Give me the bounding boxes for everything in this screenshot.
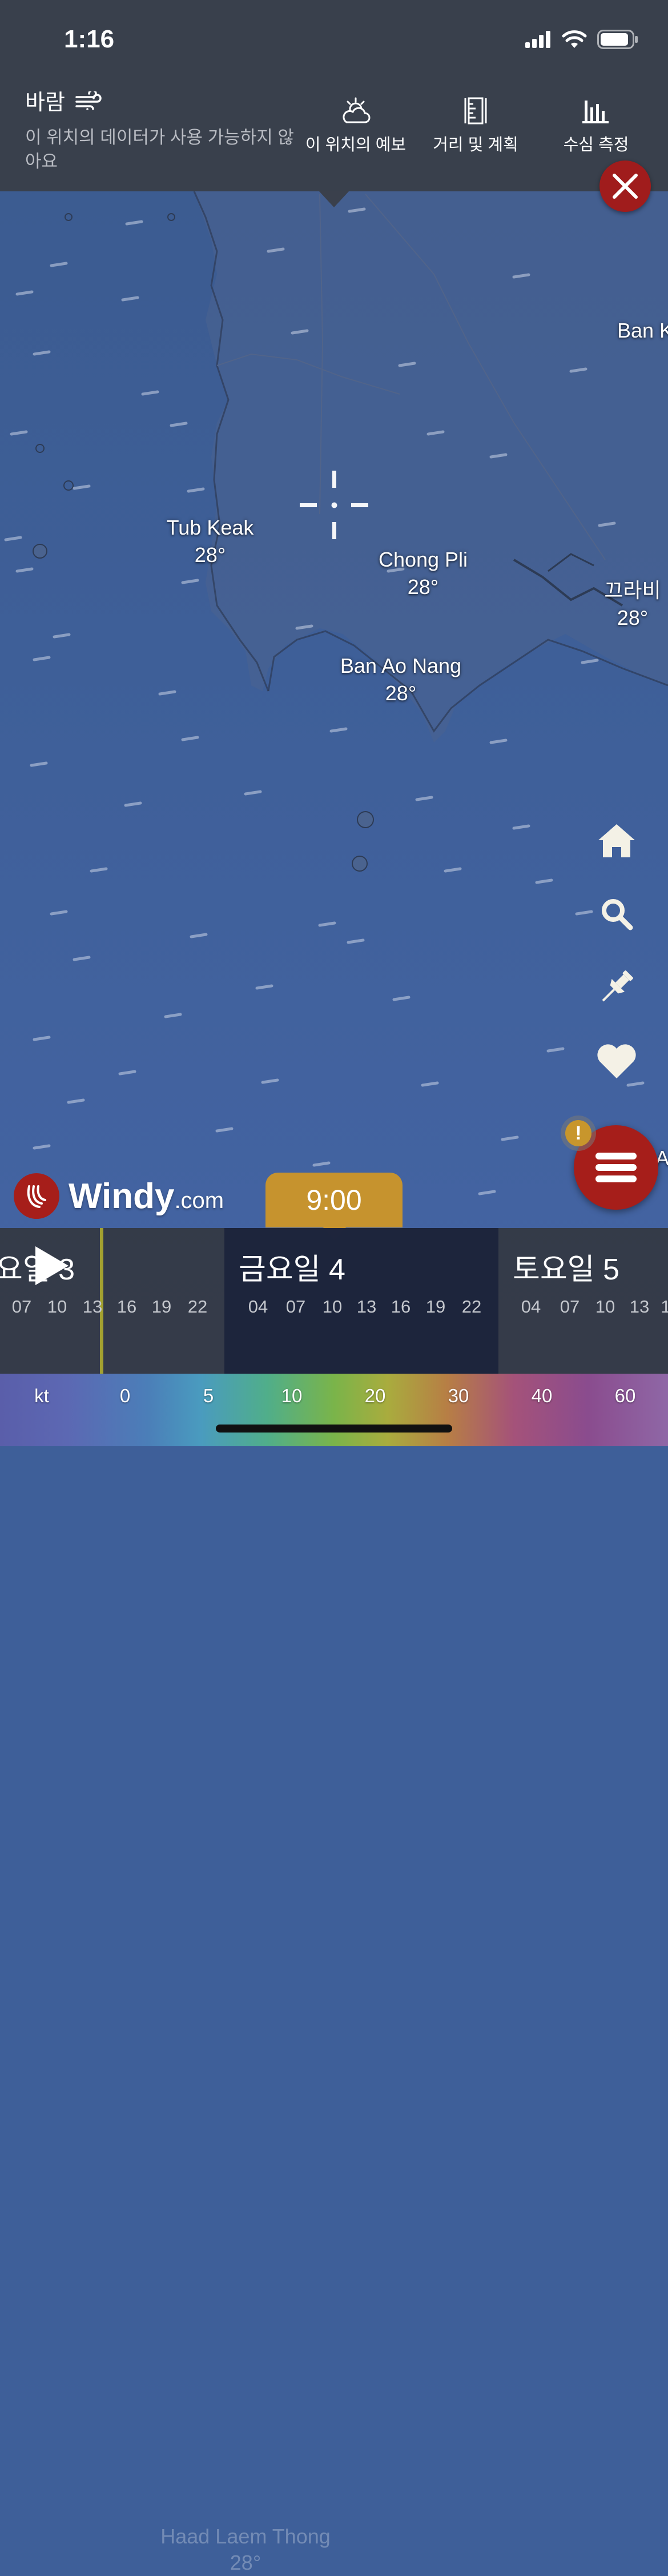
hour-tick[interactable]: 13 [630, 1297, 649, 1317]
hour-tick[interactable]: 07 [12, 1297, 31, 1317]
map-label-ban-k[interactable]: Ban K [617, 317, 668, 344]
pin-button[interactable] [594, 964, 639, 1010]
hour-tick[interactable]: 13 [83, 1297, 102, 1317]
pin-icon [602, 970, 633, 1002]
bar-chart-icon [582, 101, 609, 123]
windy-logo-icon [14, 1173, 59, 1219]
day-label-saturday[interactable]: 토요일 5 [513, 1245, 619, 1288]
menu-line-icon [595, 1175, 637, 1182]
hour-tick[interactable]: 10 [595, 1297, 615, 1317]
close-button[interactable] [599, 161, 651, 212]
hour-tick[interactable]: 07 [286, 1297, 305, 1317]
layer-title[interactable]: 바람 [25, 85, 102, 116]
map-label-krabi[interactable]: 끄라비 28° [604, 577, 661, 632]
ruler-icon [464, 97, 487, 125]
hour-tick[interactable]: 16 [117, 1297, 136, 1317]
hour-tick[interactable]: 19 [152, 1297, 171, 1317]
selected-time-bubble[interactable]: 9:00 [265, 1173, 403, 1227]
background-map-label: Haad Laem Thong 28° [160, 2525, 331, 2574]
menu-line-icon [595, 1164, 637, 1171]
hour-tick[interactable]: 04 [521, 1297, 541, 1317]
hour-tick[interactable]: 22 [462, 1297, 481, 1317]
hour-tick[interactable]: 07 [560, 1297, 580, 1317]
home-button[interactable] [594, 818, 639, 864]
hour-tick[interactable]: 13 [357, 1297, 376, 1317]
home-indicator [216, 1425, 452, 1433]
hour-tick[interactable]: 22 [188, 1297, 207, 1317]
day-label-friday[interactable]: 금요일 4 [239, 1245, 345, 1288]
windy-logo[interactable]: Windy.com [14, 1173, 224, 1219]
legend-value: 40 [531, 1385, 553, 1406]
logo-domain: .com [174, 1187, 224, 1213]
menu-line-icon [595, 1153, 637, 1159]
forecast-button[interactable]: 이 위치의 예보 [299, 97, 413, 155]
distance-planning-button[interactable]: 거리 및 계획 [418, 97, 533, 155]
wind-icon [75, 91, 102, 110]
timeline[interactable]: 요일 3 금요일 4 토요일 5 07 10 13 16 19 22 04 07… [0, 1228, 668, 2574]
legend-unit: kt [34, 1385, 49, 1406]
forecast-cloud-sun-icon [343, 97, 371, 123]
panel-pointer [319, 191, 349, 207]
wifi-icon [562, 30, 587, 48]
heart-icon [597, 1044, 636, 1078]
logo-name: Windy [69, 1176, 175, 1216]
wind-speed-legend[interactable]: kt 0 5 10 20 30 40 60 [0, 1374, 668, 1446]
battery-icon [597, 30, 638, 49]
legend-value: 5 [203, 1385, 214, 1406]
status-time: 1:16 [64, 25, 115, 53]
map-label-ban-ao-nang[interactable]: Ban Ao Nang 28° [340, 652, 461, 707]
favorites-button[interactable] [594, 1038, 639, 1084]
map-label-tub-keak[interactable]: Tub Keak 28° [167, 514, 254, 569]
home-icon [598, 824, 635, 857]
hour-tick[interactable]: 10 [47, 1297, 67, 1317]
crosshair-icon [300, 471, 368, 539]
map-label-chong-pli[interactable]: Chong Pli 28° [379, 546, 468, 601]
status-icons [525, 30, 638, 49]
play-icon [35, 1246, 69, 1285]
warning-badge[interactable]: ! [561, 1116, 596, 1151]
hour-tick[interactable]: 19 [426, 1297, 445, 1317]
signal-icon [525, 31, 550, 48]
legend-value: 60 [614, 1385, 636, 1406]
legend-value: 30 [448, 1385, 469, 1406]
legend-value: 0 [119, 1385, 131, 1406]
legend-value: 20 [364, 1385, 386, 1406]
search-icon [602, 899, 633, 930]
no-data-message: 이 위치의 데이터가 사용 가능하지 않아요 [25, 127, 294, 171]
exclamation-icon: ! [565, 1120, 591, 1146]
search-button[interactable] [594, 891, 639, 937]
legend-value: 10 [281, 1385, 303, 1406]
hour-tick[interactable]: 1 [661, 1297, 668, 1317]
hour-tick[interactable]: 04 [248, 1297, 268, 1317]
close-icon [613, 174, 638, 199]
hour-tick[interactable]: 16 [391, 1297, 411, 1317]
hour-tick[interactable]: 10 [323, 1297, 342, 1317]
play-button[interactable] [33, 1245, 70, 1286]
depth-measure-button[interactable]: 수심 측정 [539, 97, 653, 155]
